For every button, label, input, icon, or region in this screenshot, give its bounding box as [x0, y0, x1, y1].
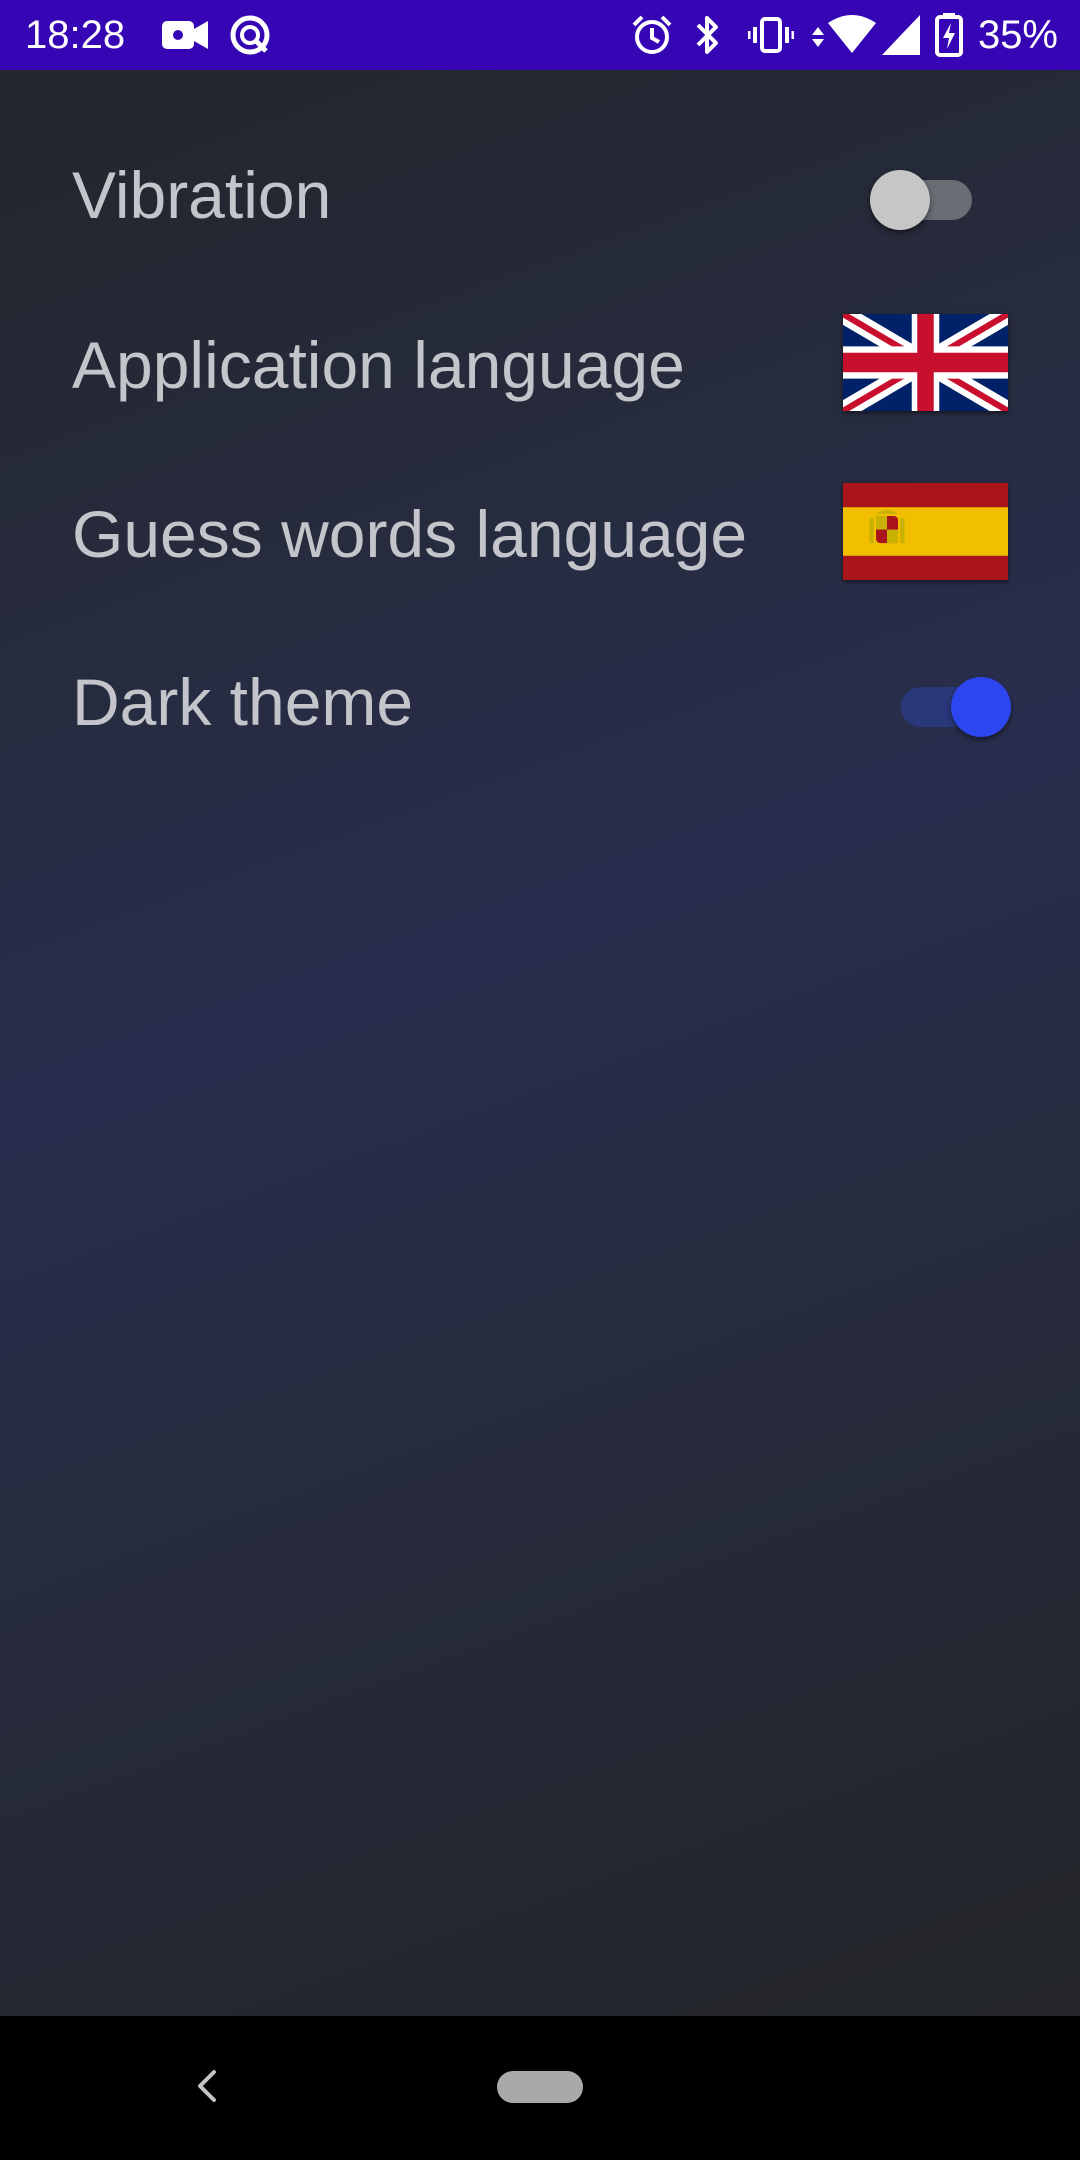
- home-pill-icon[interactable]: [497, 2071, 583, 2103]
- status-bar: 18:28 35%: [0, 0, 1080, 70]
- settings-list: Vibration Application language Guess wor…: [0, 70, 1080, 2016]
- battery-percentage: 35%: [977, 13, 1058, 57]
- navigation-bar: [0, 2016, 1080, 2160]
- spain-flag-icon[interactable]: [843, 483, 1008, 580]
- cellular-signal-icon: [882, 15, 920, 55]
- alarm-icon: [632, 15, 672, 54]
- setting-row-dark-theme[interactable]: Dark theme: [0, 627, 1080, 777]
- app-screen: 18:28 35% Vibration Application language…: [0, 0, 1080, 2160]
- back-icon[interactable]: [180, 2058, 236, 2114]
- data-saver-icon: [230, 15, 270, 55]
- vibration-switch[interactable]: [870, 156, 980, 236]
- setting-row-guess-words-language[interactable]: Guess words language: [0, 459, 1080, 609]
- dark-theme-label: Dark theme: [72, 665, 414, 739]
- wifi-icon: [812, 15, 876, 53]
- guess-words-language-label: Guess words language: [72, 497, 748, 571]
- bluetooth-icon: [696, 16, 718, 54]
- setting-row-application-language[interactable]: Application language: [0, 290, 1080, 440]
- uk-flag-icon[interactable]: [843, 314, 1008, 411]
- dark-theme-switch-thumb: [951, 677, 1011, 737]
- vibration-switch-thumb: [870, 170, 930, 230]
- setting-row-vibration[interactable]: Vibration: [0, 120, 1080, 270]
- application-language-label: Application language: [72, 328, 685, 402]
- status-time: 18:28: [25, 13, 126, 57]
- vibrate-icon: [748, 17, 794, 53]
- battery-charging-icon: [935, 13, 963, 57]
- vibration-label: Vibration: [72, 158, 332, 232]
- video-camera-icon: [162, 21, 208, 49]
- dark-theme-switch[interactable]: [893, 663, 1011, 743]
